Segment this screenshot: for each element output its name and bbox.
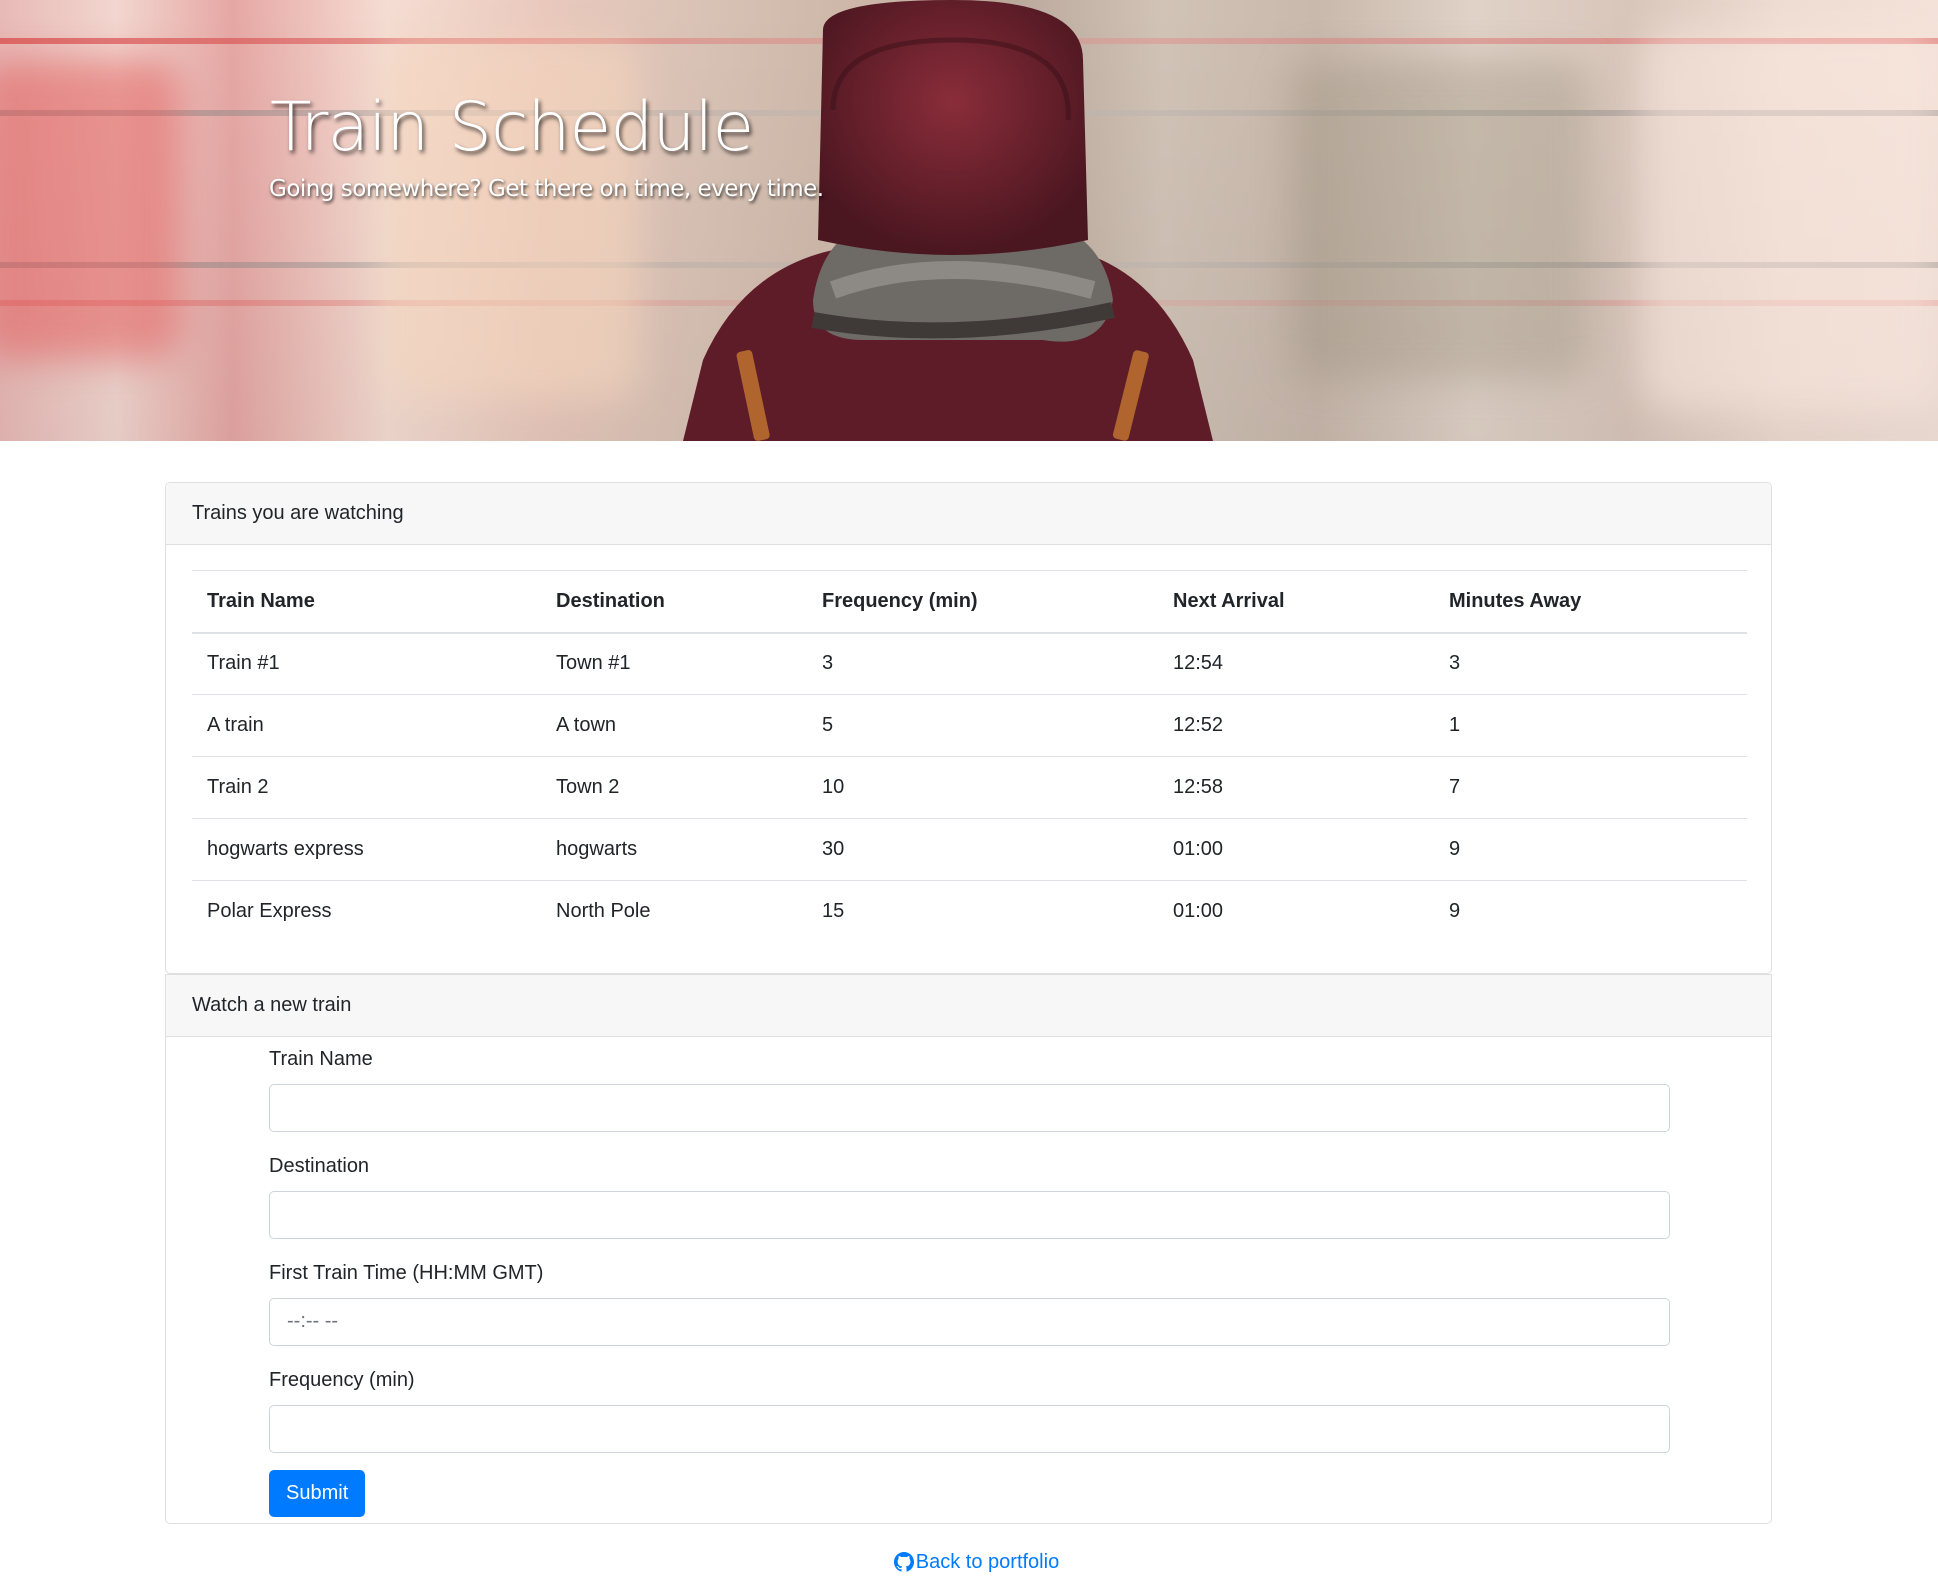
submit-button[interactable]: Submit [269, 1469, 366, 1517]
new-train-card-header: Watch a new train [166, 974, 1771, 1037]
cell-next-arrival: 12:52 [1158, 694, 1434, 757]
cell-destination: Town #1 [541, 632, 807, 695]
hero-blur [0, 60, 180, 360]
form-group-train-name: Train Name [269, 1047, 1771, 1132]
form-group-destination: Destination [269, 1154, 1771, 1239]
table-header-row: Train Name Destination Frequency (min) N… [192, 570, 1747, 634]
form-group-frequency: Frequency (min) [269, 1368, 1771, 1453]
first-train-time-input[interactable] [269, 1297, 1670, 1346]
cell-frequency: 30 [807, 818, 1158, 881]
form-group-first-train-time: First Train Time (HH:MM GMT) [269, 1261, 1771, 1346]
table-row: A train A town 5 12:52 1 [192, 694, 1747, 757]
cell-frequency: 10 [807, 756, 1158, 819]
hero-blur [1640, 30, 1938, 410]
column-header-frequency: Frequency (min) [807, 570, 1158, 634]
cell-train-name: Train 2 [192, 756, 541, 819]
cell-frequency: 15 [807, 880, 1158, 943]
destination-input[interactable] [269, 1190, 1670, 1239]
cell-minutes-away: 7 [1434, 756, 1747, 819]
cell-frequency: 5 [807, 694, 1158, 757]
column-header-next-arrival: Next Arrival [1158, 570, 1434, 634]
destination-label: Destination [269, 1154, 370, 1177]
cell-destination: North Pole [541, 880, 807, 943]
page-title: Train Schedule [270, 88, 754, 167]
watching-card-header: Trains you are watching [166, 483, 1771, 545]
cell-next-arrival: 01:00 [1158, 818, 1434, 881]
hero-banner: Train Schedule Going somewhere? Get ther… [0, 0, 1938, 441]
table-row: Train #1 Town #1 3 12:54 3 [192, 632, 1747, 695]
cell-train-name: hogwarts express [192, 818, 541, 881]
column-header-destination: Destination [541, 570, 807, 634]
column-header-train-name: Train Name [192, 570, 541, 634]
cell-minutes-away: 9 [1434, 818, 1747, 881]
main-container: Trains you are watching Train Name Desti… [165, 482, 1772, 1524]
cell-train-name: Train #1 [192, 632, 541, 695]
new-train-form: Train Name Destination First Train Time … [166, 1037, 1771, 1523]
person-hood-illustration [683, 0, 1213, 441]
cell-minutes-away: 9 [1434, 880, 1747, 943]
frequency-input[interactable] [269, 1404, 1670, 1453]
train-schedule-table: Train Name Destination Frequency (min) N… [192, 570, 1747, 943]
watching-card-body: Train Name Destination Frequency (min) N… [166, 545, 1771, 973]
new-train-card: Watch a new train Train Name Destination… [165, 973, 1772, 1524]
table-row: Train 2 Town 2 10 12:58 7 [192, 756, 1747, 819]
back-to-portfolio-link[interactable]: Back to portfolio [893, 1550, 1060, 1574]
cell-next-arrival: 12:58 [1158, 756, 1434, 819]
cell-destination: A town [541, 694, 807, 757]
watching-card: Trains you are watching Train Name Desti… [165, 482, 1772, 974]
back-to-portfolio-label: Back to portfolio [915, 1551, 1060, 1573]
train-name-input[interactable] [269, 1083, 1670, 1132]
cell-train-name: A train [192, 694, 541, 757]
cell-train-name: Polar Express [192, 880, 541, 943]
train-name-label: Train Name [269, 1047, 373, 1070]
table-row: hogwarts express hogwarts 30 01:00 9 [192, 818, 1747, 881]
column-header-minutes-away: Minutes Away [1434, 570, 1747, 634]
page-subtitle: Going somewhere? Get there on time, ever… [269, 176, 824, 202]
frequency-label: Frequency (min) [269, 1368, 415, 1391]
cell-minutes-away: 3 [1434, 632, 1747, 695]
github-icon [893, 1552, 914, 1572]
table-row: Polar Express North Pole 15 01:00 9 [192, 880, 1747, 943]
cell-destination: hogwarts [541, 818, 807, 881]
cell-next-arrival: 01:00 [1158, 880, 1434, 943]
hero-blur [1290, 60, 1590, 380]
cell-minutes-away: 1 [1434, 694, 1747, 757]
cell-destination: Town 2 [541, 756, 807, 819]
footer: Back to portfolio [0, 1550, 1938, 1578]
cell-frequency: 3 [807, 632, 1158, 695]
first-train-time-label: First Train Time (HH:MM GMT) [269, 1261, 544, 1284]
cell-next-arrival: 12:54 [1158, 632, 1434, 695]
